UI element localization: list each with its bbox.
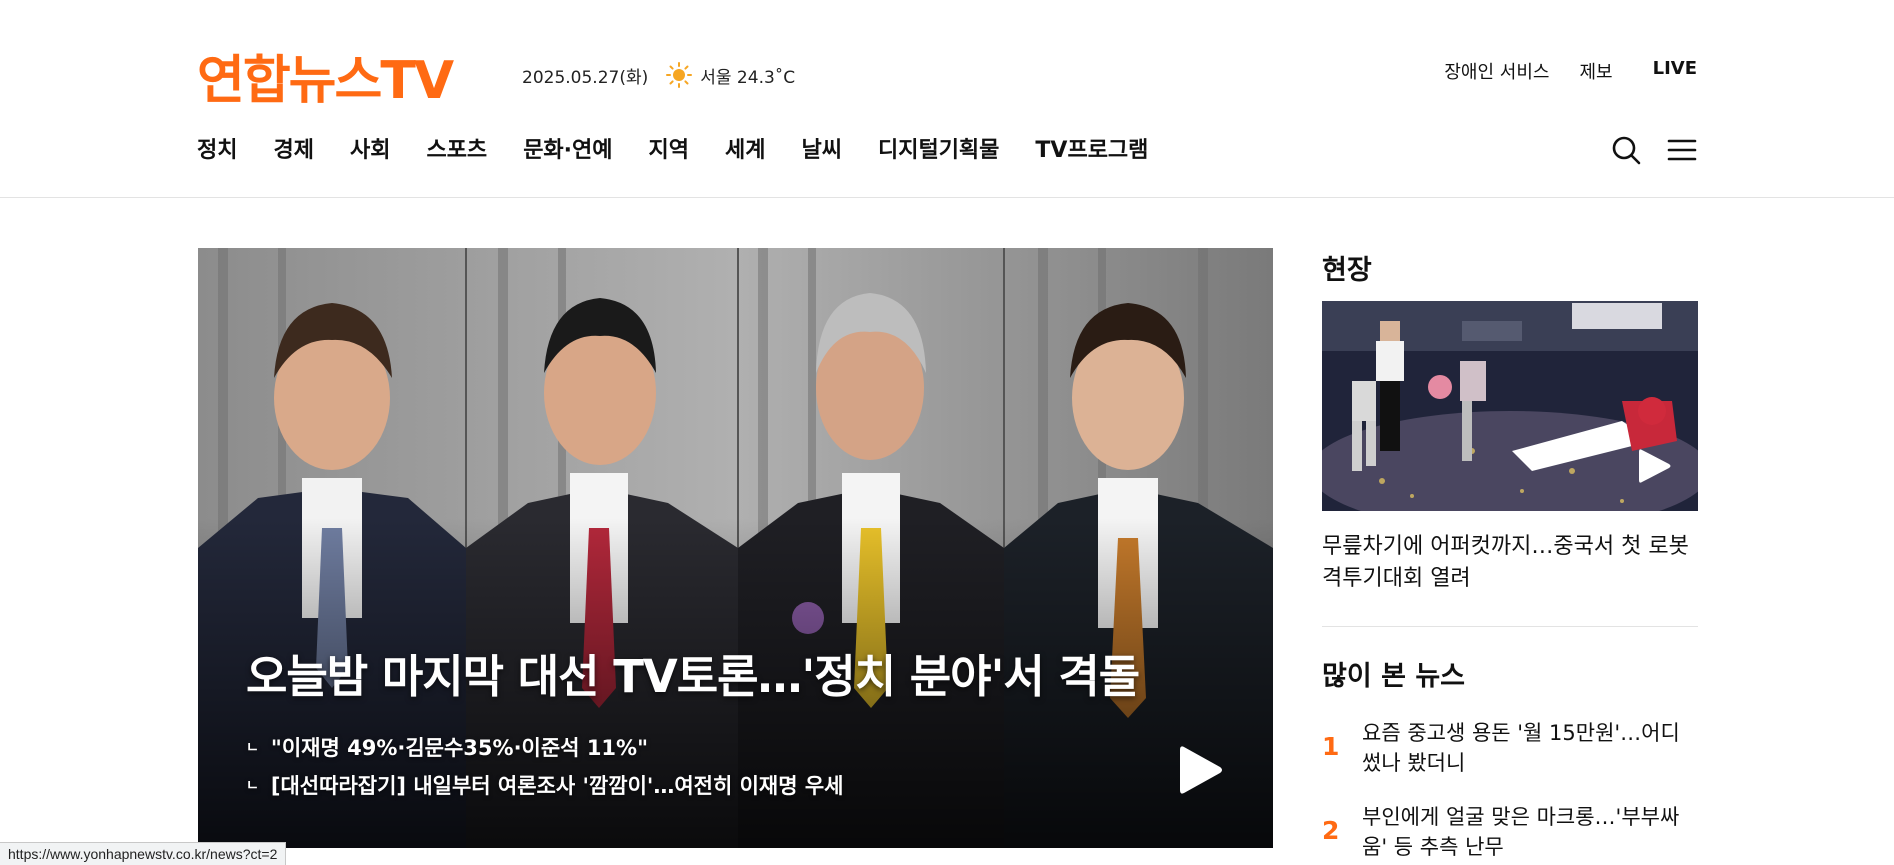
popular-section-title: 많이 본 뉴스: [1322, 661, 1465, 692]
main-nav: 정치 경제 사회 스포츠 문화·연예 지역 세계 날씨 디지털기획물 TV프로그…: [197, 132, 1148, 164]
live-link[interactable]: LIVE: [1653, 58, 1697, 84]
rank-number: 1: [1322, 732, 1340, 761]
hero-related-2[interactable]: ㄴ [대선따라잡기] 내일부터 여론조사 '깜깜이'…여전히 이재명 우세: [246, 770, 844, 800]
site-header: 연합뉴스TV 2025.05.27(화) 서울 24.3˚C 장애인 서비스 제…: [0, 0, 1894, 198]
sun-icon: [666, 62, 693, 88]
nav-politics[interactable]: 정치: [197, 132, 237, 164]
weather-text: 서울 24.3˚C: [700, 67, 796, 88]
field-video-caption[interactable]: 무릎차기에 어퍼컷까지…중국서 첫 로봇 격투기대회 열려: [1322, 531, 1698, 595]
popular-news-item[interactable]: 1 요즘 중고생 용돈 '월 15만원'…어디 썼나 봤더니: [1322, 718, 1698, 778]
popular-news-title[interactable]: 요즘 중고생 용돈 '월 15만원'…어디 썼나 봤더니: [1362, 718, 1698, 778]
nav-weather[interactable]: 날씨: [801, 132, 841, 164]
nav-economy[interactable]: 경제: [273, 132, 313, 164]
reply-arrow-icon: ㄴ: [246, 778, 259, 794]
header-icons: [1611, 135, 1697, 165]
hero-related-2-text: [대선따라잡기] 내일부터 여론조사 '깜깜이'…여전히 이재명 우세: [270, 774, 844, 798]
menu-icon[interactable]: [1667, 135, 1697, 165]
tip-link[interactable]: 제보: [1579, 58, 1612, 84]
search-icon[interactable]: [1611, 135, 1641, 165]
popular-news-title[interactable]: 부인에게 얼굴 맞은 마크롱…'부부싸움' 등 추측 난무: [1362, 802, 1698, 862]
nav-sports[interactable]: 스포츠: [426, 132, 487, 164]
current-date: 2025.05.27(화): [522, 67, 649, 88]
nav-tv-program[interactable]: TV프로그램: [1035, 132, 1148, 164]
nav-digital[interactable]: 디지털기획물: [878, 132, 999, 164]
accessibility-link[interactable]: 장애인 서비스: [1444, 58, 1549, 84]
hero-related-1-text: "이재명 49%·김문수35%·이준석 11%": [270, 736, 649, 760]
browser-status-bar: https://www.yonhapnewstv.co.kr/news?ct=2: [0, 842, 287, 865]
nav-society[interactable]: 사회: [350, 132, 390, 164]
hero-headline[interactable]: 오늘밤 마지막 대선 TV토론…'정치 분야'서 격돌: [246, 640, 1140, 705]
nav-world[interactable]: 세계: [725, 132, 765, 164]
hero-news[interactable]: 오늘밤 마지막 대선 TV토론…'정치 분야'서 격돌 ㄴ "이재명 49%·김…: [198, 248, 1273, 848]
reply-arrow-icon: ㄴ: [246, 740, 259, 756]
nav-culture[interactable]: 문화·연예: [523, 132, 612, 164]
field-section-title: 현장: [1322, 255, 1372, 286]
section-divider: [1322, 626, 1698, 627]
popular-news-item[interactable]: 2 부인에게 얼굴 맞은 마크롱…'부부싸움' 등 추측 난무: [1322, 802, 1698, 862]
date-weather: 2025.05.27(화) 서울 24.3˚C: [522, 62, 795, 88]
hero-related-1[interactable]: ㄴ "이재명 49%·김문수35%·이준석 11%": [246, 732, 648, 762]
play-icon[interactable]: [1178, 743, 1224, 797]
rank-number: 2: [1322, 816, 1340, 845]
play-icon: [1639, 449, 1671, 483]
nav-region[interactable]: 지역: [649, 132, 689, 164]
field-video-thumbnail[interactable]: [1322, 301, 1698, 511]
sidebar: 현장 무릎차기에 어퍼컷까지…중국서 첫 로봇 격투기대회 열려 많이 본 뉴스…: [1322, 248, 1698, 859]
site-logo[interactable]: 연합뉴스TV: [197, 38, 454, 113]
utility-nav: 장애인 서비스 제보 LIVE: [1444, 58, 1697, 84]
